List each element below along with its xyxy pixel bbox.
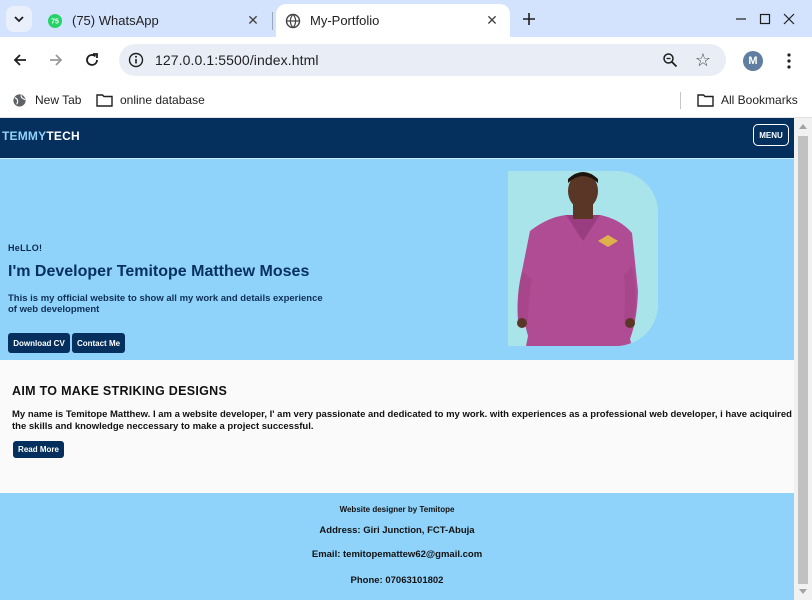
scroll-down-arrow-icon[interactable]: [799, 589, 807, 594]
bookmark-new-tab[interactable]: New Tab: [10, 90, 81, 110]
tab-whatsapp[interactable]: 75 (75) WhatsApp ✕: [38, 4, 271, 37]
logo-part-tech: TECH: [46, 129, 80, 143]
profile-photo: [508, 171, 658, 346]
hero-title: I'm Developer Temitope Matthew Moses: [8, 263, 310, 280]
about-title: AIM TO MAKE STRIKING DESIGNS: [12, 384, 228, 398]
site-footer: Website designer by Temitope Address: Gi…: [0, 493, 794, 600]
bookmark-label: online database: [120, 93, 205, 107]
bookmarks-bar: New Tab online database All Bookmarks: [0, 83, 812, 118]
bookmark-online-database[interactable]: online database: [95, 90, 205, 110]
tab-search-button[interactable]: [6, 6, 32, 32]
forward-button[interactable]: [43, 47, 69, 73]
new-tab-button[interactable]: [516, 6, 542, 32]
reload-button[interactable]: [79, 47, 105, 73]
profile-avatar[interactable]: M: [743, 51, 763, 71]
tab-my-portfolio[interactable]: My-Portfolio ✕: [276, 4, 510, 37]
globe-icon: [285, 13, 301, 29]
site-info-icon[interactable]: [125, 49, 147, 71]
scroll-up-arrow-icon[interactable]: [799, 124, 807, 129]
site-header: TEMMYTECH MENU: [0, 118, 794, 158]
scroll-thumb[interactable]: [798, 136, 808, 584]
download-cv-button[interactable]: Download CV: [8, 333, 70, 353]
folder-icon: [95, 91, 113, 109]
about-section: AIM TO MAKE STRIKING DESIGNS My name is …: [0, 360, 794, 493]
tab-title: (75) WhatsApp: [72, 13, 159, 28]
bookmark-star-icon[interactable]: ☆: [691, 48, 715, 72]
reload-icon: [86, 53, 98, 66]
footer-credit: Website designer by Temitope: [339, 505, 455, 514]
hero-description: This is my official website to show all …: [8, 293, 323, 315]
back-button[interactable]: [7, 47, 33, 73]
whatsapp-icon: 75: [47, 13, 63, 29]
arrow-right-icon: [50, 54, 63, 66]
all-bookmarks-label: All Bookmarks: [721, 93, 798, 107]
bookmarks-separator: [680, 92, 681, 109]
browser-menu-button[interactable]: [778, 49, 800, 73]
whatsapp-badge: 75: [51, 18, 59, 25]
url-text[interactable]: 127.0.0.1:5500/index.html: [155, 52, 319, 68]
page-scrollbar[interactable]: [794, 118, 812, 600]
site-logo[interactable]: TEMMYTECH: [2, 129, 80, 143]
page-viewport: TEMMYTECH MENU HeLLO! I'm Developer Temi…: [0, 118, 794, 600]
all-bookmarks-button[interactable]: All Bookmarks: [696, 90, 798, 110]
zoom-icon[interactable]: [659, 49, 681, 71]
footer-email[interactable]: Email: temitopemattew62@gmail.com: [0, 549, 794, 560]
logo-part-temmy: TEMMY: [2, 129, 47, 143]
chevron-down-icon: [14, 16, 24, 23]
folder-icon: [696, 91, 714, 109]
close-window-button[interactable]: [766, 0, 812, 37]
bookmark-label: New Tab: [35, 93, 82, 107]
plus-icon: [523, 13, 535, 25]
about-text: My name is Temitope Matthew. I am a webs…: [12, 409, 792, 432]
globe-icon: [10, 91, 28, 109]
tab-strip: 75 (75) WhatsApp ✕ My-Portfolio ✕: [0, 0, 812, 37]
read-more-button[interactable]: Read More: [13, 441, 64, 458]
address-bar[interactable]: 127.0.0.1:5500/index.html ☆: [119, 44, 726, 76]
tab-title: My-Portfolio: [310, 13, 380, 28]
hero-section: HeLLO! I'm Developer Temitope Matthew Mo…: [0, 158, 794, 360]
close-tab-icon[interactable]: ✕: [242, 10, 264, 32]
browser-toolbar: 127.0.0.1:5500/index.html ☆ M: [0, 37, 812, 83]
more-vert-icon: [787, 53, 791, 69]
arrow-left-icon: [13, 54, 26, 66]
footer-phone[interactable]: Phone: 07063101802: [0, 575, 794, 586]
footer-address: Address: Giri Junction, FCT-Abuja: [319, 525, 475, 536]
close-icon: [783, 13, 795, 24]
tab-separator: [272, 12, 273, 30]
hero-greeting: HeLLO!: [8, 243, 43, 253]
menu-button[interactable]: MENU: [753, 124, 789, 146]
close-tab-icon[interactable]: ✕: [481, 10, 503, 32]
contact-me-button[interactable]: Contact Me: [72, 333, 125, 353]
